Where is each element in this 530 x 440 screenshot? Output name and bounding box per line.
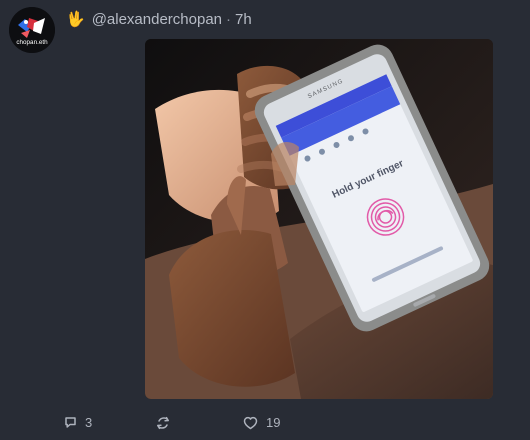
- header-separator: ·: [226, 10, 232, 28]
- avatar-caption: chopan.eth: [16, 39, 48, 46]
- heart-icon: [243, 416, 258, 429]
- post-card: chopan.eth 🖖 @alexanderchopan · 7h SAMSU…: [0, 0, 530, 440]
- like-button[interactable]: 19: [243, 415, 280, 430]
- post-header: 🖖 @alexanderchopan · 7h: [66, 9, 252, 29]
- repost-icon: [157, 416, 169, 429]
- post-actions: 3 19: [64, 415, 280, 430]
- reply-count: 3: [85, 415, 93, 430]
- user-handle[interactable]: @alexanderchopan: [92, 11, 222, 28]
- post-time[interactable]: 7h: [235, 11, 252, 28]
- repost-button[interactable]: [156, 416, 243, 430]
- post-image-illustration: SAMSUNG Hold your finger: [145, 39, 493, 399]
- post-image[interactable]: SAMSUNG Hold your finger: [145, 39, 493, 399]
- reply-button[interactable]: 3: [64, 415, 156, 430]
- avatar-logo: chopan.eth: [9, 7, 55, 53]
- comment-icon: [65, 417, 76, 428]
- avatar[interactable]: chopan.eth: [9, 7, 55, 53]
- like-count: 19: [266, 415, 281, 430]
- vulcan-salute-icon: 🖖: [66, 10, 85, 28]
